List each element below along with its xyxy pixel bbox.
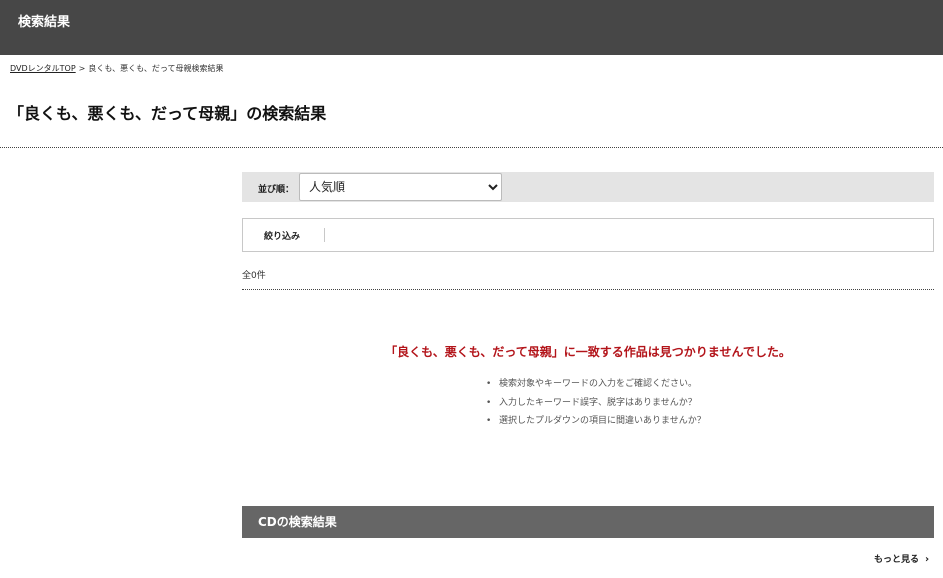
sort-bar: 並び順： 人気順 (242, 172, 934, 202)
filter-toggle[interactable]: 絞り込み (264, 229, 300, 242)
search-tip-item: • 入力したキーワード誤字、脱字はありませんか？ (486, 396, 706, 415)
cd-section-title: CDの検索結果 (258, 515, 337, 529)
filter-bar: 絞り込み (242, 218, 934, 252)
top-header: 検索結果 (0, 0, 943, 55)
result-count: 全0件 (242, 271, 266, 281)
breadcrumb-separator: > (78, 64, 86, 73)
bullet-icon: • (486, 379, 492, 389)
sort-label: 並び順： (258, 185, 295, 195)
page-divider (0, 147, 943, 148)
result-count-divider (242, 289, 934, 290)
bullet-icon: • (486, 397, 492, 408)
search-tip-item: • 検索対象やキーワードの入力をご確認ください。 (486, 377, 706, 396)
cd-section-header: CDの検索結果 (242, 506, 934, 538)
breadcrumb-home-link[interactable]: DVDレンタルTOP (10, 64, 76, 73)
no-result-message: 「良くも、悪くも、だって母親」に一致する作品は見つかりませんでした。 (385, 345, 791, 359)
search-tip-item: • 選択したプルダウンの項目に間違いありませんか？ (486, 414, 706, 433)
search-tip-text: 検索対象やキーワードの入力をご確認ください。 (499, 379, 698, 389)
chevron-right-icon: › (925, 554, 930, 565)
bullet-icon: • (486, 416, 492, 426)
header-title: 検索結果 (18, 15, 71, 30)
more-link-label: もっと見る (874, 555, 920, 565)
breadcrumb-current: 良くも、悪くも、だって母親検索結果 (88, 64, 224, 73)
search-tip-text: 選択したプルダウンの項目に間違いありませんか？ (499, 416, 706, 426)
search-tips-list: • 検索対象やキーワードの入力をご確認ください。 • 入力したキーワード誤字、脱字は… (486, 377, 706, 433)
page-title: 「良くも、悪くも、だって母親」の検索結果 (8, 104, 327, 123)
search-tip-text: 入力したキーワード誤字、脱字はありませんか？ (499, 397, 697, 408)
breadcrumb: DVDレンタルTOP > 良くも、悪くも、だって母親検索結果 (10, 63, 224, 74)
sort-select[interactable]: 人気順 (299, 173, 502, 201)
more-link[interactable]: もっと見る › (874, 552, 929, 565)
filter-divider (324, 228, 325, 242)
